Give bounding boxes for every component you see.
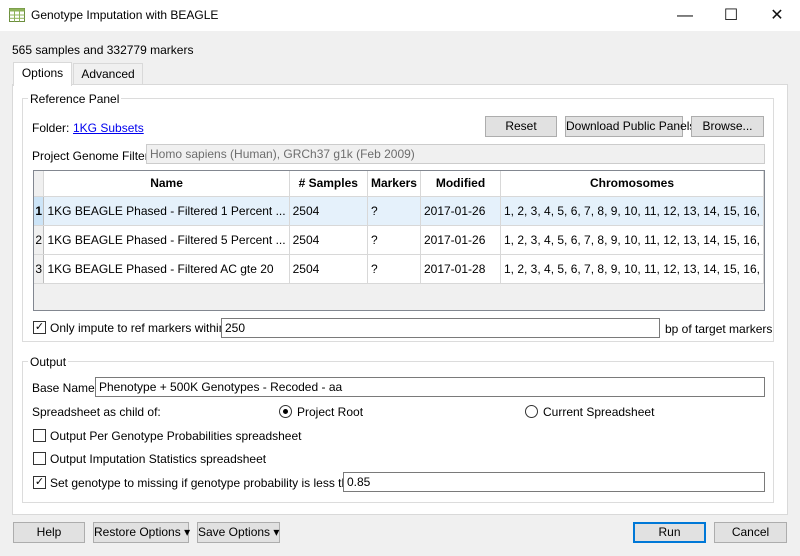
save-options-label: Save Options — [198, 525, 271, 539]
dropdown-arrow-icon: ▾ — [184, 525, 191, 539]
output-legend: Output — [28, 355, 69, 369]
base-name-label: Base Name: — [32, 381, 99, 395]
column-header-samples[interactable]: # Samples — [289, 171, 368, 197]
restore-options-label: Restore Options — [94, 525, 181, 539]
ref-markers-window-input[interactable]: 250 — [221, 318, 660, 338]
per-genotype-probabilities-checkbox[interactable] — [33, 429, 46, 442]
dropdown-arrow-icon: ▾ — [273, 525, 280, 539]
set-missing-label: Set genotype to missing if genotype prob… — [50, 476, 362, 490]
cell-modified: 2017-01-28 — [420, 254, 502, 284]
imputation-statistics-label: Output Imputation Statistics spreadsheet — [50, 452, 267, 466]
cell-chromosomes: 1, 2, 3, 4, 5, 6, 7, 8, 9, 10, 11, 12, 1… — [500, 225, 764, 255]
dataset-info: 565 samples and 332779 markers — [12, 43, 194, 57]
table-header-row: Name # Samples Markers Modified Chromoso… — [34, 171, 764, 197]
set-missing-checkbox[interactable]: ✓ — [33, 476, 46, 489]
cancel-button[interactable]: Cancel — [714, 522, 787, 543]
folder-label: Folder: — [32, 121, 70, 135]
row-number: 2 — [34, 225, 45, 255]
cell-name: 1KG BEAGLE Phased - Filtered AC gte 20 — [43, 254, 290, 284]
cell-modified: 2017-01-26 — [420, 225, 502, 255]
restore-options-button[interactable]: Restore Options ▾ — [93, 522, 191, 543]
spreadsheet-app-icon — [9, 8, 25, 22]
current-spreadsheet-label: Current Spreadsheet — [543, 405, 655, 419]
genome-filter-field: Homo sapiens (Human), GRCh37 g1k (Feb 20… — [146, 144, 765, 164]
browse-button[interactable]: Browse... — [691, 116, 764, 137]
window-title: Genotype Imputation with BEAGLE — [31, 8, 219, 22]
table-row[interactable]: 3 1KG BEAGLE Phased - Filtered AC gte 20… — [34, 254, 764, 284]
reset-button[interactable]: Reset — [485, 116, 557, 137]
only-impute-label: Only impute to ref markers within — [50, 321, 226, 335]
only-impute-checkbox[interactable]: ✓ — [33, 321, 46, 334]
close-icon[interactable]: ✕ — [754, 0, 800, 31]
per-genotype-probabilities-label: Output Per Genotype Probabilities spread… — [50, 429, 302, 443]
run-button[interactable]: Run — [633, 522, 706, 543]
column-header-chromosomes[interactable]: Chromosomes — [500, 171, 764, 197]
bp-units-label: bp of target markers — [665, 322, 773, 336]
cell-samples: 2504 — [289, 196, 368, 226]
radio-selected-dot — [283, 409, 288, 414]
help-button[interactable]: Help — [13, 522, 85, 543]
column-header-name[interactable]: Name — [43, 171, 290, 197]
reference-panel-table[interactable]: Name # Samples Markers Modified Chromoso… — [33, 170, 765, 311]
tab-options[interactable]: Options — [13, 62, 72, 86]
genome-filter-label: Project Genome Filter: — [32, 149, 153, 163]
reference-panel-legend: Reference Panel — [28, 92, 122, 106]
column-header-modified[interactable]: Modified — [420, 171, 502, 197]
cell-markers: ? — [367, 254, 421, 284]
current-spreadsheet-radio[interactable] — [525, 405, 538, 418]
table-row[interactable]: 2 1KG BEAGLE Phased - Filtered 5 Percent… — [34, 225, 764, 255]
cell-markers: ? — [367, 225, 421, 255]
save-options-button[interactable]: Save Options ▾ — [197, 522, 280, 543]
row-number-header — [34, 171, 45, 197]
folder-link[interactable]: 1KG Subsets — [73, 121, 144, 135]
download-public-panels-button[interactable]: Download Public Panels — [565, 116, 695, 137]
project-root-radio[interactable] — [279, 405, 292, 418]
base-name-input[interactable]: Phenotype + 500K Genotypes - Recoded - a… — [95, 377, 765, 397]
checkmark-icon: ✓ — [34, 476, 45, 488]
cell-samples: 2504 — [289, 254, 368, 284]
row-number: 1 — [34, 196, 45, 226]
cell-chromosomes: 1, 2, 3, 4, 5, 6, 7, 8, 9, 10, 11, 12, 1… — [500, 254, 764, 284]
spreadsheet-parent-label: Spreadsheet as child of: — [32, 405, 161, 419]
cell-name: 1KG BEAGLE Phased - Filtered 5 Percent .… — [43, 225, 290, 255]
table-row[interactable]: 1 1KG BEAGLE Phased - Filtered 1 Percent… — [34, 196, 764, 226]
cell-markers: ? — [367, 196, 421, 226]
minimize-icon[interactable]: — — [662, 0, 708, 31]
cell-modified: 2017-01-26 — [420, 196, 502, 226]
project-root-label: Project Root — [297, 405, 364, 419]
row-number: 3 — [34, 254, 45, 284]
title-bar: Genotype Imputation with BEAGLE — ☐ ✕ — [0, 0, 800, 31]
cell-chromosomes: 1, 2, 3, 4, 5, 6, 7, 8, 9, 10, 11, 12, 1… — [500, 196, 764, 226]
checkmark-icon: ✓ — [34, 321, 45, 333]
tab-advanced[interactable]: Advanced — [73, 63, 143, 85]
probability-threshold-input[interactable]: 0.85 — [343, 472, 765, 492]
imputation-statistics-checkbox[interactable] — [33, 452, 46, 465]
cell-samples: 2504 — [289, 225, 368, 255]
maximize-icon[interactable]: ☐ — [708, 0, 754, 31]
cell-name: 1KG BEAGLE Phased - Filtered 1 Percent .… — [43, 196, 290, 226]
column-header-markers[interactable]: Markers — [367, 171, 421, 197]
